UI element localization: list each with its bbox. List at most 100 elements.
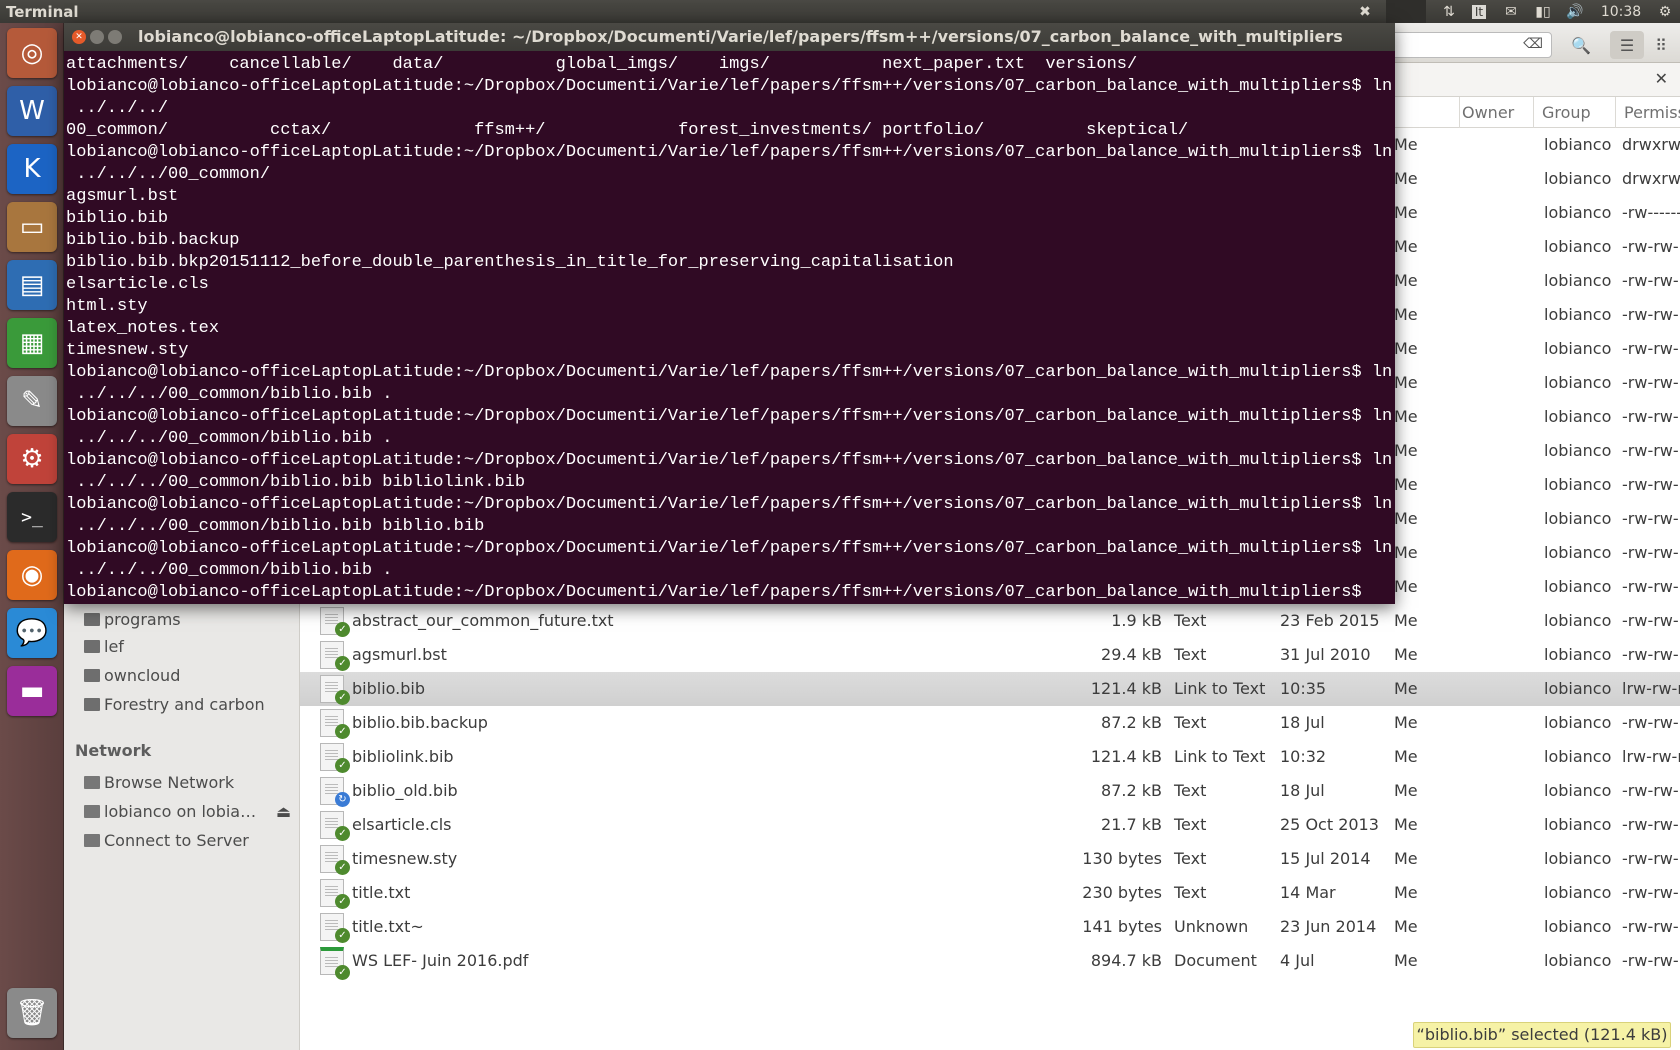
launcher-libreoffice-calc-icon[interactable]: ▦ bbox=[7, 318, 57, 368]
launcher-media-app-icon[interactable]: ▬ bbox=[7, 666, 57, 716]
file-group: lobianco bbox=[1544, 237, 1612, 256]
network-icon[interactable]: ⇅ bbox=[1436, 0, 1462, 23]
launcher-text-editor-icon[interactable]: ✎ bbox=[7, 376, 57, 426]
file-group: lobianco bbox=[1544, 883, 1612, 902]
dropbox-icon[interactable]: ✖ bbox=[1352, 0, 1378, 23]
search-input[interactable]: ⌫ bbox=[1384, 32, 1552, 58]
file-group: lobianco bbox=[1544, 509, 1612, 528]
power-gear-icon[interactable]: ⚙ bbox=[1652, 0, 1678, 23]
battery-icon[interactable]: ▮▯ bbox=[1530, 0, 1556, 23]
terminal-titlebar[interactable]: ✕ lobianco@lobianco-officeLaptopLatitude… bbox=[64, 23, 1395, 51]
file-row[interactable]: ✓ elsarticle.cls 21.7 kB Text 25 Oct 2013 Me l… bbox=[300, 808, 1680, 842]
sidebar-item-lef[interactable]: lef bbox=[84, 637, 124, 656]
launcher-dash-icon[interactable]: ◎ bbox=[7, 28, 57, 78]
file-group: lobianco bbox=[1544, 271, 1612, 290]
file-group: lobianco bbox=[1544, 135, 1612, 154]
eject-icon[interactable]: ⏏ bbox=[276, 802, 291, 821]
file-size: 141 bytes bbox=[1082, 917, 1162, 936]
text-file-icon: ✓ bbox=[320, 675, 350, 705]
file-row[interactable]: ✓ bibliolink.bib 121.4 kB Link to Text 10:32… bbox=[300, 740, 1680, 774]
file-owner: Me bbox=[1394, 169, 1418, 188]
maximize-window-button[interactable] bbox=[108, 30, 122, 44]
column-owner[interactable]: Owner bbox=[1462, 103, 1514, 122]
file-permissions: -rw-rw-r-- bbox=[1622, 883, 1680, 902]
terminal-line: lobianco@lobianco-officeLaptopLatitude:~… bbox=[66, 143, 1395, 162]
file-permissions: -rw-rw-r-- bbox=[1622, 611, 1680, 630]
launcher-kile-icon[interactable]: K bbox=[7, 144, 57, 194]
file-owner: Me bbox=[1394, 679, 1418, 698]
file-name: bibliolink.bib bbox=[352, 747, 454, 766]
file-name: title.txt bbox=[352, 883, 411, 902]
column-group[interactable]: Group bbox=[1542, 103, 1591, 122]
terminal-line: biblio.bib bbox=[66, 209, 169, 228]
launcher: ◎ W K ▭ ▤ ▦ ✎ ⚙ >_ ◉ 💬 ▬ 🗑 bbox=[0, 23, 64, 1050]
clock[interactable]: 10:38 bbox=[1596, 0, 1646, 23]
terminal-line: biblio.bib.backup bbox=[66, 231, 240, 250]
sidebar-item-forestry-and-carbon[interactable]: Forestry and carbon bbox=[84, 695, 265, 714]
file-row[interactable]: ↻ biblio_old.bib 87.2 kB Text 18 Jul Me lobian… bbox=[300, 774, 1680, 808]
file-size: 121.4 kB bbox=[1090, 679, 1162, 698]
launcher-system-settings-icon[interactable]: ⚙ bbox=[7, 434, 57, 484]
indicator-blank[interactable] bbox=[1386, 0, 1426, 23]
minimize-window-button[interactable] bbox=[90, 30, 104, 44]
terminal-line: ../../../00_common/biblio.bib . bbox=[66, 429, 393, 448]
text-file-icon: ✓ bbox=[320, 607, 350, 637]
keyboard-layout-indicator[interactable]: It bbox=[1471, 4, 1487, 19]
grid-view-icon[interactable]: ⠿ bbox=[1644, 31, 1678, 59]
close-icon[interactable]: ✕ bbox=[1655, 69, 1668, 88]
sidebar-item-network-0[interactable]: Browse Network bbox=[84, 773, 234, 792]
launcher-files-icon[interactable]: ▭ bbox=[7, 202, 57, 252]
mail-icon[interactable]: ✉ bbox=[1498, 0, 1524, 23]
file-group: lobianco bbox=[1544, 543, 1612, 562]
file-size: 230 bytes bbox=[1082, 883, 1162, 902]
launcher-firefox-icon[interactable]: ◉ bbox=[7, 550, 57, 600]
volume-icon[interactable]: 🔊 bbox=[1562, 0, 1588, 23]
server-icon bbox=[84, 834, 100, 847]
terminal-line: lobianco@lobianco-officeLaptopLatitude:~… bbox=[66, 495, 1395, 514]
file-permissions: -rw-rw-r-- bbox=[1622, 407, 1680, 426]
file-row[interactable]: ✓ title.txt~ 141 bytes Unknown 23 Jun 2014 Me… bbox=[300, 910, 1680, 944]
file-row[interactable]: ✓ agsmurl.bst 29.4 kB Text 31 Jul 2010 Me lobi… bbox=[300, 638, 1680, 672]
search-icon[interactable]: 🔍 bbox=[1564, 31, 1598, 59]
terminal-window[interactable]: ✕ lobianco@lobianco-officeLaptopLatitude… bbox=[64, 23, 1395, 604]
file-size: 1.9 kB bbox=[1111, 611, 1162, 630]
menu-icon[interactable]: ☰ bbox=[1610, 31, 1644, 59]
launcher-empathy-icon[interactable]: 💬 bbox=[7, 608, 57, 658]
status-selection-label: “biblio.bib” selected (121.4 kB) bbox=[1413, 1022, 1671, 1048]
launcher-word-processor-icon[interactable]: W bbox=[7, 86, 57, 136]
sidebar-item-owncloud[interactable]: owncloud bbox=[84, 666, 180, 685]
close-window-button[interactable]: ✕ bbox=[72, 30, 86, 44]
file-row[interactable]: ✓ abstract_our_common_future.txt 1.9 kB Tex… bbox=[300, 604, 1680, 638]
file-type: Text bbox=[1174, 645, 1207, 664]
file-row[interactable]: ✓ biblio.bib 121.4 kB Link to Text 10:35 Me lo… bbox=[300, 672, 1680, 706]
file-row[interactable]: ✓ timesnew.sty 130 bytes Text 15 Jul 2014 Me l… bbox=[300, 842, 1680, 876]
file-row[interactable]: ✓ title.txt 230 bytes Text 14 Mar Me lobianco -… bbox=[300, 876, 1680, 910]
file-owner: Me bbox=[1394, 237, 1418, 256]
file-permissions: -rw-rw-r-- bbox=[1622, 781, 1680, 800]
file-type: Document bbox=[1174, 951, 1257, 970]
column-permissions[interactable]: Permissions bbox=[1624, 103, 1680, 122]
file-row[interactable]: ✓ WS LEF- Juin 2016.pdf 894.7 kB Document 4 … bbox=[300, 944, 1680, 980]
folder-icon bbox=[84, 613, 100, 626]
file-name: elsarticle.cls bbox=[352, 815, 452, 834]
launcher-libreoffice-writer-icon[interactable]: ▤ bbox=[7, 260, 57, 310]
syncing-badge-icon: ↻ bbox=[335, 792, 350, 807]
clear-search-icon[interactable]: ⌫ bbox=[1523, 36, 1543, 52]
launcher-trash-icon[interactable]: 🗑 bbox=[7, 988, 57, 1038]
sidebar-item-label: lobianco on lobia… bbox=[104, 802, 257, 821]
file-owner: Me bbox=[1394, 441, 1418, 460]
file-modified: 4 Jul bbox=[1280, 951, 1315, 970]
file-permissions: drwxrwxr-x bbox=[1622, 135, 1680, 154]
synced-check-icon: ✓ bbox=[335, 894, 350, 909]
terminal-line: html.sty bbox=[66, 297, 148, 316]
sidebar-item-programs[interactable]: programs bbox=[84, 610, 181, 629]
file-size: 87.2 kB bbox=[1101, 781, 1162, 800]
file-group: lobianco bbox=[1544, 815, 1612, 834]
sidebar-item-network-2[interactable]: Connect to Server bbox=[84, 831, 249, 850]
file-permissions: -rw-rw-r-- bbox=[1622, 645, 1680, 664]
sidebar-item-network-1[interactable]: lobianco on lobia… bbox=[84, 802, 256, 821]
file-row[interactable]: ✓ biblio.bib.backup 87.2 kB Text 18 Jul Me lob… bbox=[300, 706, 1680, 740]
terminal-output[interactable]: attachments/ cancellable/ data/ global_i… bbox=[66, 54, 1395, 604]
terminal-title: lobianco@lobianco-officeLaptopLatitude: … bbox=[138, 27, 1343, 46]
launcher-terminal-icon[interactable]: >_ bbox=[7, 492, 57, 542]
